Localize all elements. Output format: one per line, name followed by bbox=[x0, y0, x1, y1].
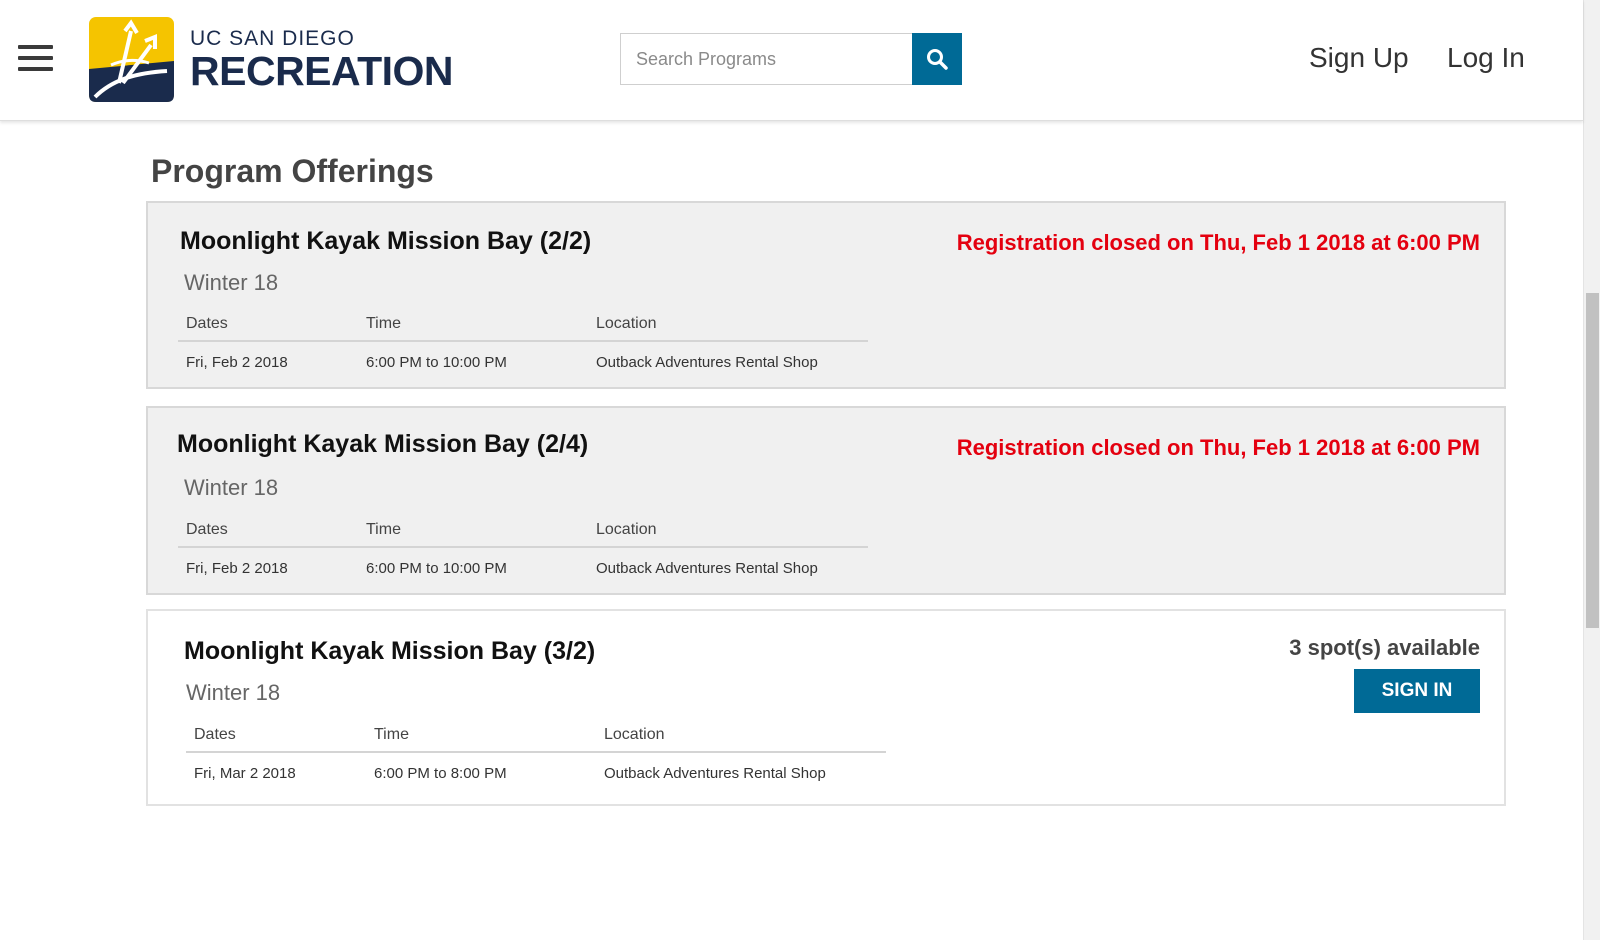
program-card: Moonlight Kayak Mission Bay (3/2) Winter… bbox=[146, 609, 1506, 806]
schedule-date: Fri, Feb 2 2018 bbox=[186, 353, 288, 371]
registration-status: Registration closed on Thu, Feb 1 2018 a… bbox=[956, 435, 1480, 460]
schedule-header: Dates Time Location bbox=[186, 718, 886, 753]
table-row: Fri, Feb 2 2018 6:00 PM to 10:00 PM Outb… bbox=[178, 548, 868, 588]
schedule-time: 6:00 PM to 10:00 PM bbox=[366, 353, 507, 371]
trident-logo-icon bbox=[89, 17, 174, 102]
search-icon bbox=[927, 49, 948, 70]
schedule-header: Dates Time Location bbox=[178, 307, 868, 342]
schedule-date: Fri, Feb 2 2018 bbox=[186, 559, 288, 577]
spots-available: 3 spot(s) available bbox=[1289, 635, 1480, 660]
site-logo[interactable]: UC SAN DIEGO RECREATION bbox=[89, 17, 454, 102]
search-bar bbox=[620, 33, 962, 85]
sign-in-button[interactable]: SIGN IN bbox=[1354, 669, 1480, 713]
page-title: Program Offerings bbox=[151, 153, 434, 189]
time-header: Time bbox=[374, 725, 409, 743]
schedule-location: Outback Adventures Rental Shop bbox=[596, 559, 818, 577]
schedule-location: Outback Adventures Rental Shop bbox=[596, 353, 818, 371]
program-title: Moonlight Kayak Mission Bay (3/2) bbox=[184, 637, 596, 665]
schedule-location: Outback Adventures Rental Shop bbox=[604, 764, 826, 782]
schedule-table: Dates Time Location Fri, Feb 2 2018 6:00… bbox=[178, 307, 868, 382]
table-row: Fri, Feb 2 2018 6:00 PM to 10:00 PM Outb… bbox=[178, 342, 868, 382]
program-title: Moonlight Kayak Mission Bay (2/4) bbox=[177, 430, 589, 458]
menu-icon[interactable] bbox=[18, 45, 53, 73]
program-card: Moonlight Kayak Mission Bay (2/2) Winter… bbox=[146, 201, 1506, 389]
logo-subtitle: UC SAN DIEGO bbox=[190, 26, 355, 50]
location-header: Location bbox=[604, 725, 665, 743]
scrollbar-thumb[interactable] bbox=[1586, 293, 1599, 628]
schedule-header: Dates Time Location bbox=[178, 513, 868, 548]
dates-header: Dates bbox=[186, 314, 228, 332]
program-card: Moonlight Kayak Mission Bay (2/4) Winter… bbox=[146, 406, 1506, 595]
search-input[interactable] bbox=[620, 33, 912, 85]
registration-status: Registration closed on Thu, Feb 1 2018 a… bbox=[956, 230, 1480, 255]
site-header: UC SAN DIEGO RECREATION Sign Up Log In bbox=[0, 0, 1583, 121]
table-row: Fri, Mar 2 2018 6:00 PM to 8:00 PM Outba… bbox=[186, 753, 886, 793]
schedule-table: Dates Time Location Fri, Feb 2 2018 6:00… bbox=[178, 513, 868, 588]
sign-up-link[interactable]: Sign Up bbox=[1309, 42, 1409, 74]
dates-header: Dates bbox=[194, 725, 236, 743]
time-header: Time bbox=[366, 314, 401, 332]
vertical-scrollbar[interactable] bbox=[1583, 0, 1600, 940]
log-in-link[interactable]: Log In bbox=[1447, 42, 1525, 74]
search-button[interactable] bbox=[912, 33, 962, 85]
logo-title: RECREATION bbox=[190, 47, 454, 94]
schedule-table: Dates Time Location Fri, Mar 2 2018 6:00… bbox=[186, 718, 886, 793]
dates-header: Dates bbox=[186, 520, 228, 538]
time-header: Time bbox=[366, 520, 401, 538]
schedule-time: 6:00 PM to 10:00 PM bbox=[366, 559, 507, 577]
program-term: Winter 18 bbox=[186, 680, 281, 705]
program-term: Winter 18 bbox=[184, 475, 279, 500]
schedule-date: Fri, Mar 2 2018 bbox=[194, 764, 296, 782]
location-header: Location bbox=[596, 520, 657, 538]
program-term: Winter 18 bbox=[184, 270, 279, 295]
location-header: Location bbox=[596, 314, 657, 332]
schedule-time: 6:00 PM to 8:00 PM bbox=[374, 764, 507, 782]
program-title: Moonlight Kayak Mission Bay (2/2) bbox=[180, 227, 592, 255]
